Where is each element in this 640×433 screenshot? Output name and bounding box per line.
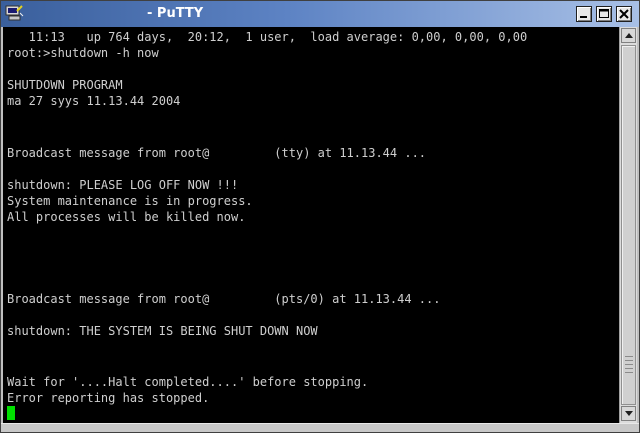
close-icon <box>619 9 629 19</box>
maximize-icon <box>599 9 609 18</box>
arrow-up-icon <box>625 33 633 38</box>
minimize-button[interactable] <box>576 6 592 22</box>
window-bottom-border <box>1 423 639 432</box>
terminal-line: root:>shutdown -h now <box>7 46 159 60</box>
terminal-line: shutdown: THE SYSTEM IS BEING SHUT DOWN … <box>7 324 318 338</box>
close-button[interactable] <box>616 6 632 22</box>
grip-line <box>625 356 633 357</box>
terminal-line: SHUTDOWN PROGRAM <box>7 78 123 92</box>
terminal-line: All processes will be killed now. <box>7 210 246 224</box>
maximize-button[interactable] <box>596 6 612 22</box>
scroll-down-button[interactable] <box>621 406 636 421</box>
terminal-line: Wait for '....Halt completed....' before… <box>7 375 369 389</box>
grip-line <box>625 360 633 361</box>
terminal-line: System maintenance is in progress. <box>7 194 253 208</box>
title-bar[interactable]: - PuTTY <box>1 1 639 27</box>
putty-window: - PuTTY 11:13 up 764 days, 20:12, 1 user… <box>0 0 640 433</box>
window-title: - PuTTY <box>147 6 204 21</box>
grip-line <box>625 372 633 373</box>
scroll-up-button[interactable] <box>621 28 636 43</box>
terminal-line: ma 27 syys 11.13.44 2004 <box>7 94 181 108</box>
scrollbar-thumb[interactable] <box>621 45 636 405</box>
terminal-screen[interactable]: 11:13 up 764 days, 20:12, 1 user, load a… <box>3 27 619 423</box>
terminal-line: shutdown: PLEASE LOG OFF NOW !!! <box>7 178 239 192</box>
putty-computer-icon[interactable] <box>4 4 24 24</box>
terminal-line: 11:13 up 764 days, 20:12, 1 user, load a… <box>7 30 528 44</box>
terminal-line: Error reporting has stopped. <box>7 391 210 405</box>
terminal-line: Broadcast message from root@ (pts/0) at … <box>7 292 441 306</box>
terminal-line: Broadcast message from root@ (tty) at 11… <box>7 146 427 160</box>
grip-line <box>625 364 633 365</box>
vertical-scrollbar[interactable] <box>619 27 637 423</box>
text-cursor <box>7 406 15 420</box>
arrow-down-icon <box>625 411 633 416</box>
minimize-icon <box>580 16 587 18</box>
grip-line <box>625 368 633 369</box>
